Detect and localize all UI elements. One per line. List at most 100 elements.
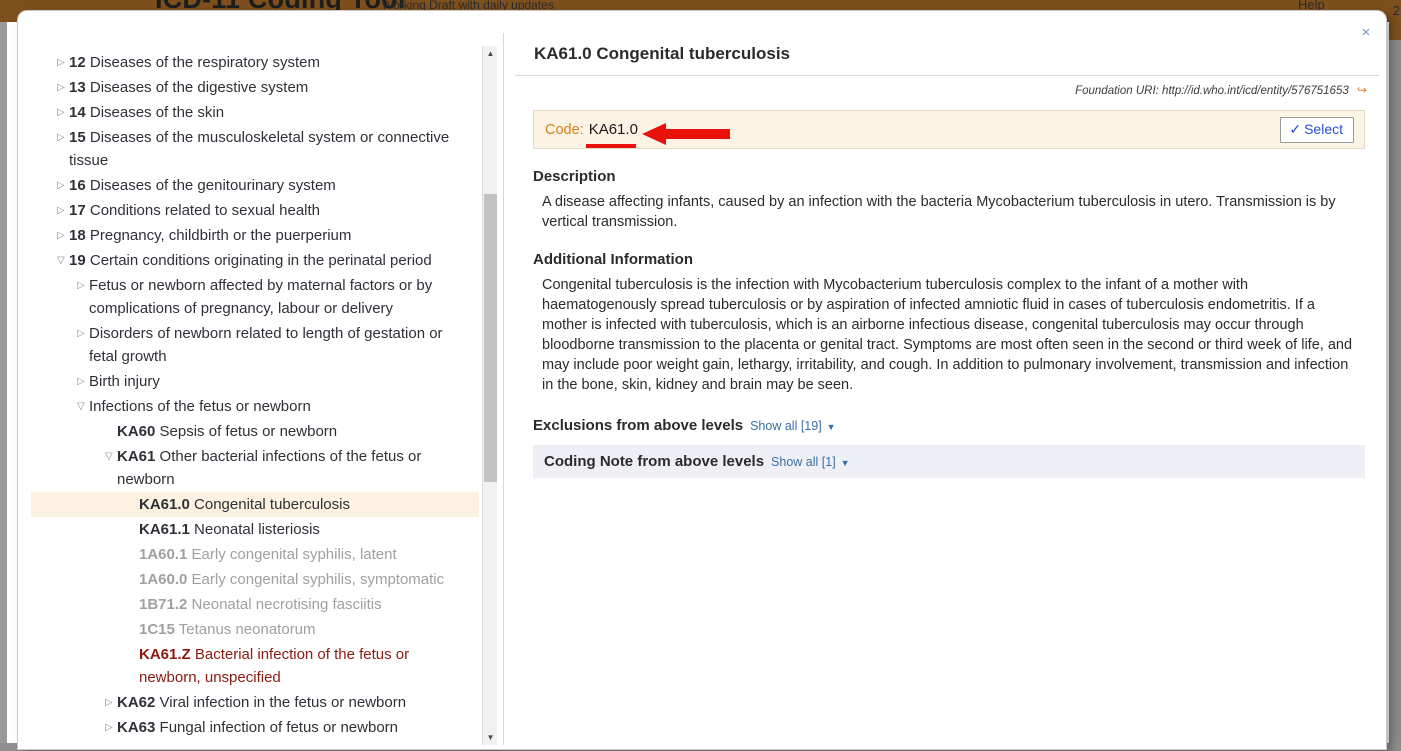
tree-expand-icon[interactable]	[57, 199, 69, 222]
tree-item[interactable]: Disorders of newborn related to length o…	[31, 321, 479, 369]
tree-item-title: Tetanus neonatorum	[179, 621, 316, 638]
chevron-down-icon[interactable]: ▼	[827, 422, 836, 432]
tree-item[interactable]: 1A60.0 Early congenital syphilis, sympto…	[31, 567, 479, 592]
description-text: A disease affecting infants, caused by a…	[515, 185, 1381, 232]
tree-item[interactable]: 13 Diseases of the digestive system	[31, 75, 479, 100]
tree-item-label: 1B71.2 Neonatal necrotising fasciitis	[139, 593, 475, 616]
tree-item-label: 1A60.1 Early congenital syphilis, latent	[139, 543, 475, 566]
tree-item-label: 1A60.0 Early congenital syphilis, sympto…	[139, 568, 475, 591]
corner-marker: 2	[1393, 3, 1400, 18]
tree-item-code: 13	[69, 79, 86, 96]
tree-scrollbar-thumb[interactable]	[484, 194, 497, 482]
tree-expand-icon[interactable]	[57, 224, 69, 247]
tree-item-title: Diseases of the musculoskeletal system o…	[69, 129, 449, 169]
select-button[interactable]: ✓Select	[1280, 117, 1354, 143]
tree-item-title: Early congenital syphilis, latent	[192, 546, 397, 563]
additional-information-text: Congenital tuberculosis is the infection…	[515, 268, 1381, 395]
tree-item[interactable]: KA64 Parasitic diseases in the fetus or …	[31, 740, 479, 745]
tree-item-label: KA61.0 Congenital tuberculosis	[139, 493, 475, 516]
tree-item[interactable]: 17 Conditions related to sexual health	[31, 198, 479, 223]
tree-collapse-icon[interactable]	[105, 445, 117, 468]
coding-note-heading: Coding Note from above levels	[544, 453, 764, 470]
annotation-arrow-icon	[642, 123, 730, 145]
tree-expand-icon[interactable]	[77, 322, 89, 345]
tree-item-label: KA61.Z Bacterial infection of the fetus …	[139, 643, 475, 689]
tree-item-code: 12	[69, 54, 86, 71]
tree-item[interactable]: KA61 Other bacterial infections of the f…	[31, 444, 479, 492]
tree-item-title: Congenital tuberculosis	[194, 496, 350, 513]
tree-item-label: 1C15 Tetanus neonatorum	[139, 618, 475, 641]
tree-item[interactable]: 1C15 Tetanus neonatorum	[31, 617, 479, 642]
tree-item-code: 1A60.0	[139, 571, 187, 588]
tree-item-title: Conditions related to sexual health	[90, 202, 320, 219]
tree-expand-icon[interactable]	[57, 51, 69, 74]
scroll-down-arrow-icon[interactable]: ▼	[483, 730, 497, 745]
tree-item[interactable]: KA63 Fungal infection of fetus or newbor…	[31, 715, 479, 740]
tree-item-code: KA63	[117, 719, 155, 736]
tree-expand-icon[interactable]	[105, 741, 117, 745]
tree-item-label: KA64 Parasitic diseases in the fetus or …	[117, 741, 475, 745]
tree-item-title: Other bacterial infections of the fetus …	[117, 448, 421, 488]
tree-item[interactable]: KA61.Z Bacterial infection of the fetus …	[31, 642, 479, 690]
tree-item[interactable]: 15 Diseases of the musculoskeletal syste…	[31, 125, 479, 173]
tree-item[interactable]: 1B71.2 Neonatal necrotising fasciitis	[31, 592, 479, 617]
coding-note-show-all-link[interactable]: Show all [1]	[771, 455, 836, 469]
tree-item-label: KA61.1 Neonatal listeriosis	[139, 518, 475, 541]
tree-item-code: KA60	[117, 423, 155, 440]
tree-collapse-icon[interactable]	[77, 395, 89, 418]
tree-item-code: KA61.1	[139, 521, 190, 538]
tree-item-label: 19 Certain conditions originating in the…	[69, 249, 475, 272]
tree-item-title: Certain conditions originating in the pe…	[90, 252, 432, 269]
additional-information-heading: Additional Information	[515, 251, 1381, 268]
tree-item-code: 15	[69, 129, 86, 146]
tree-item-label: Infections of the fetus or newborn	[89, 395, 475, 418]
tree-item[interactable]: KA60 Sepsis of fetus or newborn	[31, 419, 479, 444]
tree-item[interactable]: 18 Pregnancy, childbirth or the puerperi…	[31, 223, 479, 248]
tree-collapse-icon[interactable]	[57, 249, 69, 272]
tree-item-title: Neonatal necrotising fasciitis	[192, 596, 382, 613]
coding-note-section: Coding Note from above levels Show all […	[533, 445, 1365, 478]
tree-item[interactable]: KA62 Viral infection in the fetus or new…	[31, 690, 479, 715]
tree-item[interactable]: Infections of the fetus or newborn	[31, 394, 479, 419]
tree-expand-icon[interactable]	[105, 691, 117, 714]
page-right-edge-header	[1389, 22, 1401, 40]
external-link-icon[interactable]: ↪	[1357, 83, 1367, 97]
tree-item-label: 18 Pregnancy, childbirth or the puerperi…	[69, 224, 475, 247]
tree-expand-icon[interactable]	[57, 101, 69, 124]
tree-item[interactable]: 1A60.1 Early congenital syphilis, latent	[31, 542, 479, 567]
tree-item-code: KA64	[117, 744, 155, 745]
chevron-down-icon[interactable]: ▼	[841, 458, 850, 468]
tree-item-code: KA61.0	[139, 496, 190, 513]
foundation-uri-value[interactable]: http://id.who.int/icd/entity/576751653	[1162, 85, 1349, 97]
page-title: KA61.0 Congenital tuberculosis	[515, 33, 1379, 76]
annotation-underline	[586, 144, 636, 148]
tree-expand-icon[interactable]	[57, 174, 69, 197]
tree-expand-icon[interactable]	[57, 76, 69, 99]
tree-item[interactable]: KA61.1 Neonatal listeriosis	[31, 517, 479, 542]
tree-item[interactable]: 12 Diseases of the respiratory system	[31, 50, 479, 75]
exclusions-show-all-link[interactable]: Show all [19]	[750, 419, 822, 433]
tree-item[interactable]: 16 Diseases of the genitourinary system	[31, 173, 479, 198]
tree-item-code: KA61	[117, 448, 155, 465]
tree-item-code: 17	[69, 202, 86, 219]
tree-expand-icon[interactable]	[57, 126, 69, 149]
tree-item-title: Fungal infection of fetus or newborn	[160, 719, 398, 736]
foundation-uri-label: Foundation URI:	[1075, 85, 1159, 97]
tree-expand-icon[interactable]	[105, 716, 117, 739]
scroll-up-arrow-icon[interactable]: ▲	[483, 46, 497, 61]
tree-expand-icon[interactable]	[77, 370, 89, 393]
tree-scrollbar[interactable]: ▲ ▼	[482, 46, 497, 745]
tree-item-code: 1A60.1	[139, 546, 187, 563]
tree-item[interactable]: 14 Diseases of the skin	[31, 100, 479, 125]
tree-item-title: Pregnancy, childbirth or the puerperium	[90, 227, 352, 244]
tree-item[interactable]: KA61.0 Congenital tuberculosis	[31, 492, 479, 517]
tree-item-title: Sepsis of fetus or newborn	[160, 423, 338, 440]
code-value: KA61.0	[589, 121, 638, 138]
tree-item-code: 1C15	[139, 621, 175, 638]
tree-item[interactable]: 19 Certain conditions originating in the…	[31, 248, 479, 273]
tree-list: 12 Diseases of the respiratory system13 …	[31, 33, 479, 745]
tree-expand-icon[interactable]	[77, 274, 89, 297]
tree-item[interactable]: Birth injury	[31, 369, 479, 394]
tree-item-label: 15 Diseases of the musculoskeletal syste…	[69, 126, 475, 172]
tree-item[interactable]: Fetus or newborn affected by maternal fa…	[31, 273, 479, 321]
